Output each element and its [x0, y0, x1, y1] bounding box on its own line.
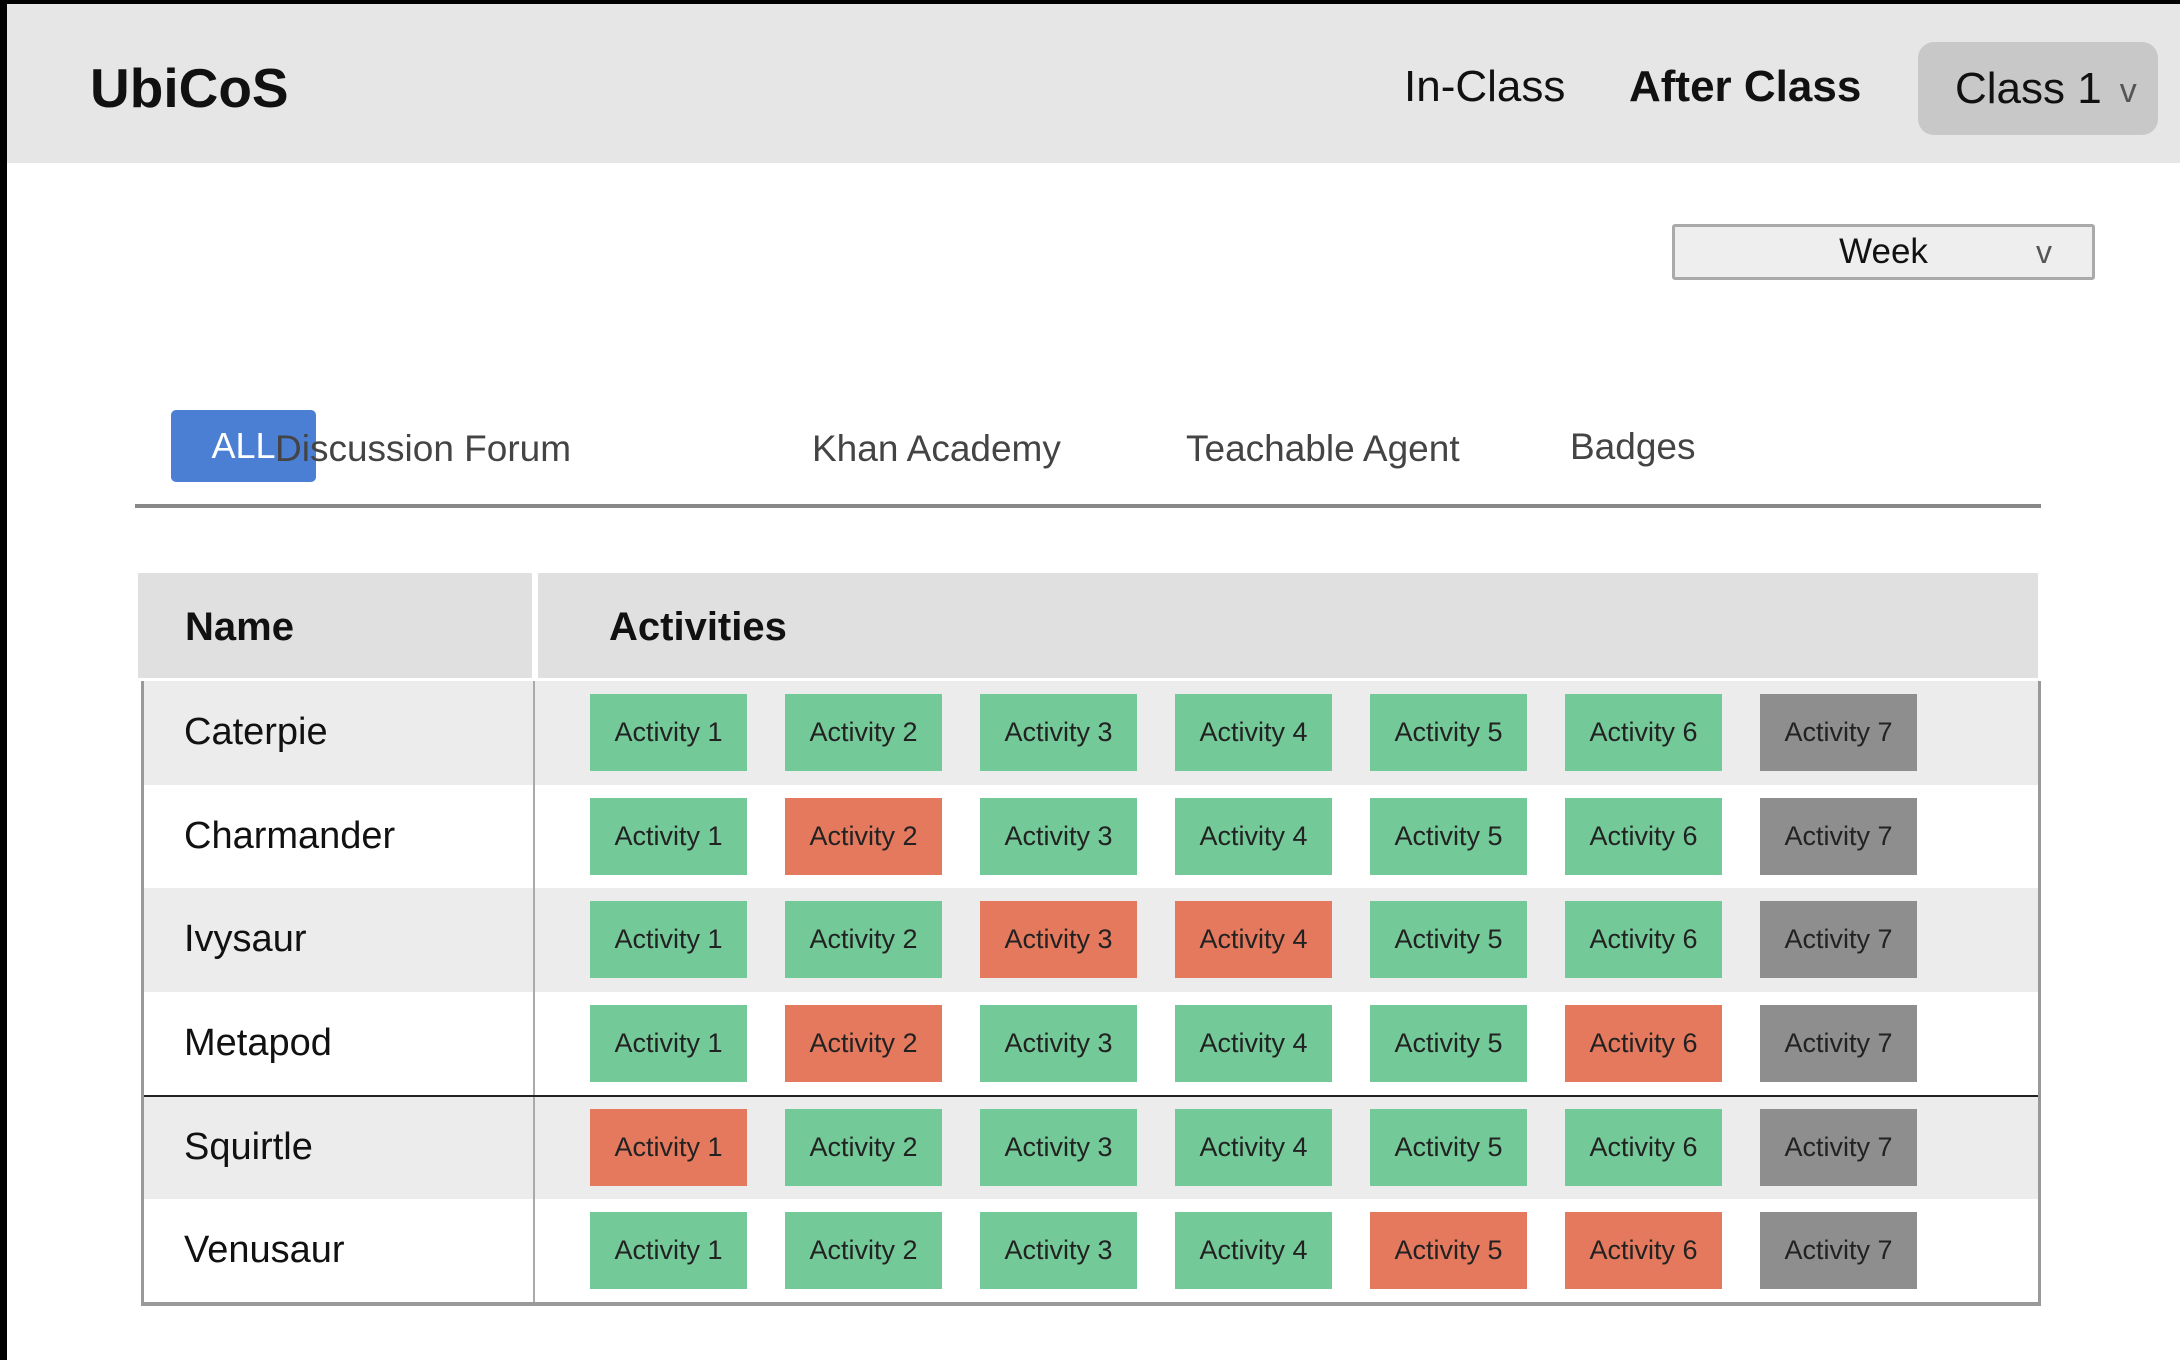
activity-badge-done[interactable]: Activity 1: [590, 1004, 747, 1082]
tab-discussion-forum[interactable]: Discussion Forum: [275, 428, 571, 470]
table-row: Ivysaur Activity 1 Activity 2 Activity 3 Ac…: [144, 888, 2038, 992]
activity-badge-missed[interactable]: Activity 6: [1565, 1211, 1722, 1289]
activity-badge-done[interactable]: Activity 4: [1175, 797, 1332, 875]
activity-badge-done[interactable]: Activity 4: [1175, 1004, 1332, 1082]
activity-badge-missed[interactable]: Activity 1: [590, 1109, 747, 1187]
activity-list: Activity 1 Activity 2 Activity 3 Activity 4…: [590, 1004, 1917, 1082]
column-header-activities: Activities: [609, 605, 787, 649]
student-name: Metapod: [184, 1021, 332, 1064]
activity-badge-done[interactable]: Activity 5: [1370, 901, 1527, 979]
activity-badge-missed[interactable]: Activity 4: [1175, 901, 1332, 979]
activity-badge-done[interactable]: Activity 5: [1370, 1109, 1527, 1187]
page: UbiCoS In-Class After Class Class 1 v We…: [7, 4, 2180, 1360]
student-name: Ivysaur: [184, 918, 307, 961]
nav-after-class[interactable]: After Class: [1629, 62, 1861, 112]
activity-badge-done[interactable]: Activity 1: [590, 797, 747, 875]
activity-badge-pending[interactable]: Activity 7: [1760, 1109, 1917, 1187]
class-select[interactable]: Class 1 v: [1918, 42, 2158, 135]
table-row: Venusaur Activity 1 Activity 2 Activity 3A…: [144, 1198, 2038, 1302]
activity-badge-done[interactable]: Activity 3: [980, 1211, 1137, 1289]
activity-badge-done[interactable]: Activity 2: [785, 694, 942, 772]
column-divider: [533, 784, 535, 888]
table-row: Charmander Activity 1 Activity 2 Activity …: [144, 784, 2038, 888]
activity-badge-done[interactable]: Activity 3: [980, 1004, 1137, 1082]
activity-badge-done[interactable]: Activity 3: [980, 797, 1137, 875]
activity-badge-done[interactable]: Activity 6: [1565, 797, 1722, 875]
activity-badge-done[interactable]: Activity 1: [590, 901, 747, 979]
app-logo: UbiCoS: [90, 57, 289, 119]
activity-list: Activity 1 Activity 2 Activity 3 Activity 4…: [590, 901, 1917, 979]
activity-badge-pending[interactable]: Activity 7: [1760, 1211, 1917, 1289]
activity-badge-done[interactable]: Activity 4: [1175, 1211, 1332, 1289]
student-name: Caterpie: [184, 711, 328, 754]
activity-badge-done[interactable]: Activity 5: [1370, 797, 1527, 875]
top-bar: UbiCoS In-Class After Class Class 1 v: [7, 4, 2180, 163]
tab-khan-academy[interactable]: Khan Academy: [812, 428, 1061, 470]
activity-list: Activity 1 Activity 2 Activity 3 Activity 4…: [590, 694, 1917, 772]
student-name: Venusaur: [184, 1228, 345, 1271]
student-name: Charmander: [184, 814, 396, 857]
activity-badge-missed[interactable]: Activity 3: [980, 901, 1137, 979]
column-divider: [533, 1097, 535, 1199]
column-divider: [533, 888, 535, 992]
table-row: Caterpie Activity 1 Activity 2 Activity 3A…: [144, 681, 2038, 785]
chevron-down-icon: v: [2036, 233, 2052, 270]
tab-divider: [135, 504, 2041, 508]
header-divider: [532, 573, 538, 678]
activity-badge-pending[interactable]: Activity 7: [1760, 901, 1917, 979]
activity-badge-done[interactable]: Activity 6: [1565, 694, 1722, 772]
activity-badge-done[interactable]: Activity 3: [980, 694, 1137, 772]
activity-badge-done[interactable]: Activity 6: [1565, 901, 1722, 979]
activity-badge-pending[interactable]: Activity 7: [1760, 694, 1917, 772]
activity-badge-done[interactable]: Activity 6: [1565, 1109, 1722, 1187]
activity-badge-missed[interactable]: Activity 5: [1370, 1211, 1527, 1289]
activity-badge-done[interactable]: Activity 5: [1370, 1004, 1527, 1082]
tab-teachable-agent[interactable]: Teachable Agent: [1186, 428, 1460, 470]
activity-badge-done[interactable]: Activity 4: [1175, 1109, 1332, 1187]
activity-badge-missed[interactable]: Activity 2: [785, 1004, 942, 1082]
activity-list: Activity 1 Activity 2 Activity 3 Activity 4…: [590, 1109, 1917, 1187]
activity-badge-pending[interactable]: Activity 7: [1760, 797, 1917, 875]
nav-in-class[interactable]: In-Class: [1404, 62, 1565, 112]
activity-badge-done[interactable]: Activity 5: [1370, 694, 1527, 772]
activity-badge-done[interactable]: Activity 2: [785, 1109, 942, 1187]
column-divider: [533, 1198, 535, 1302]
activity-list: Activity 1 Activity 2 Activity 3 Activity 4…: [590, 797, 1917, 875]
activity-badge-done[interactable]: Activity 2: [785, 901, 942, 979]
class-select-label: Class 1: [1955, 63, 2102, 113]
activity-badge-done[interactable]: Activity 4: [1175, 694, 1332, 772]
activity-badge-done[interactable]: Activity 1: [590, 694, 747, 772]
chevron-down-icon: v: [2119, 72, 2137, 110]
student-name: Squirtle: [184, 1126, 313, 1169]
table-row: Squirtle Activity 1 Activity 2 Activity 3A…: [144, 1095, 2038, 1199]
table-header: Name Activities: [138, 573, 2038, 678]
activity-badge-pending[interactable]: Activity 7: [1760, 1004, 1917, 1082]
activity-badge-done[interactable]: Activity 1: [590, 1211, 747, 1289]
column-divider: [533, 681, 535, 785]
table-body: Caterpie Activity 1 Activity 2 Activity 3A…: [141, 681, 2041, 1306]
activity-badge-done[interactable]: Activity 2: [785, 1211, 942, 1289]
period-select[interactable]: Week v: [1672, 224, 2095, 280]
activity-badge-done[interactable]: Activity 3: [980, 1109, 1137, 1187]
activity-badge-missed[interactable]: Activity 2: [785, 797, 942, 875]
activity-list: Activity 1 Activity 2 Activity 3 Activity 4…: [590, 1211, 1917, 1289]
column-header-name: Name: [185, 605, 294, 649]
period-select-label: Week: [1839, 232, 1928, 271]
table-row: Metapod Activity 1 Activity 2 Activity 3 Ac…: [144, 991, 2038, 1095]
tab-badges[interactable]: Badges: [1570, 426, 1696, 468]
activity-badge-missed[interactable]: Activity 6: [1565, 1004, 1722, 1082]
column-divider: [533, 991, 535, 1095]
